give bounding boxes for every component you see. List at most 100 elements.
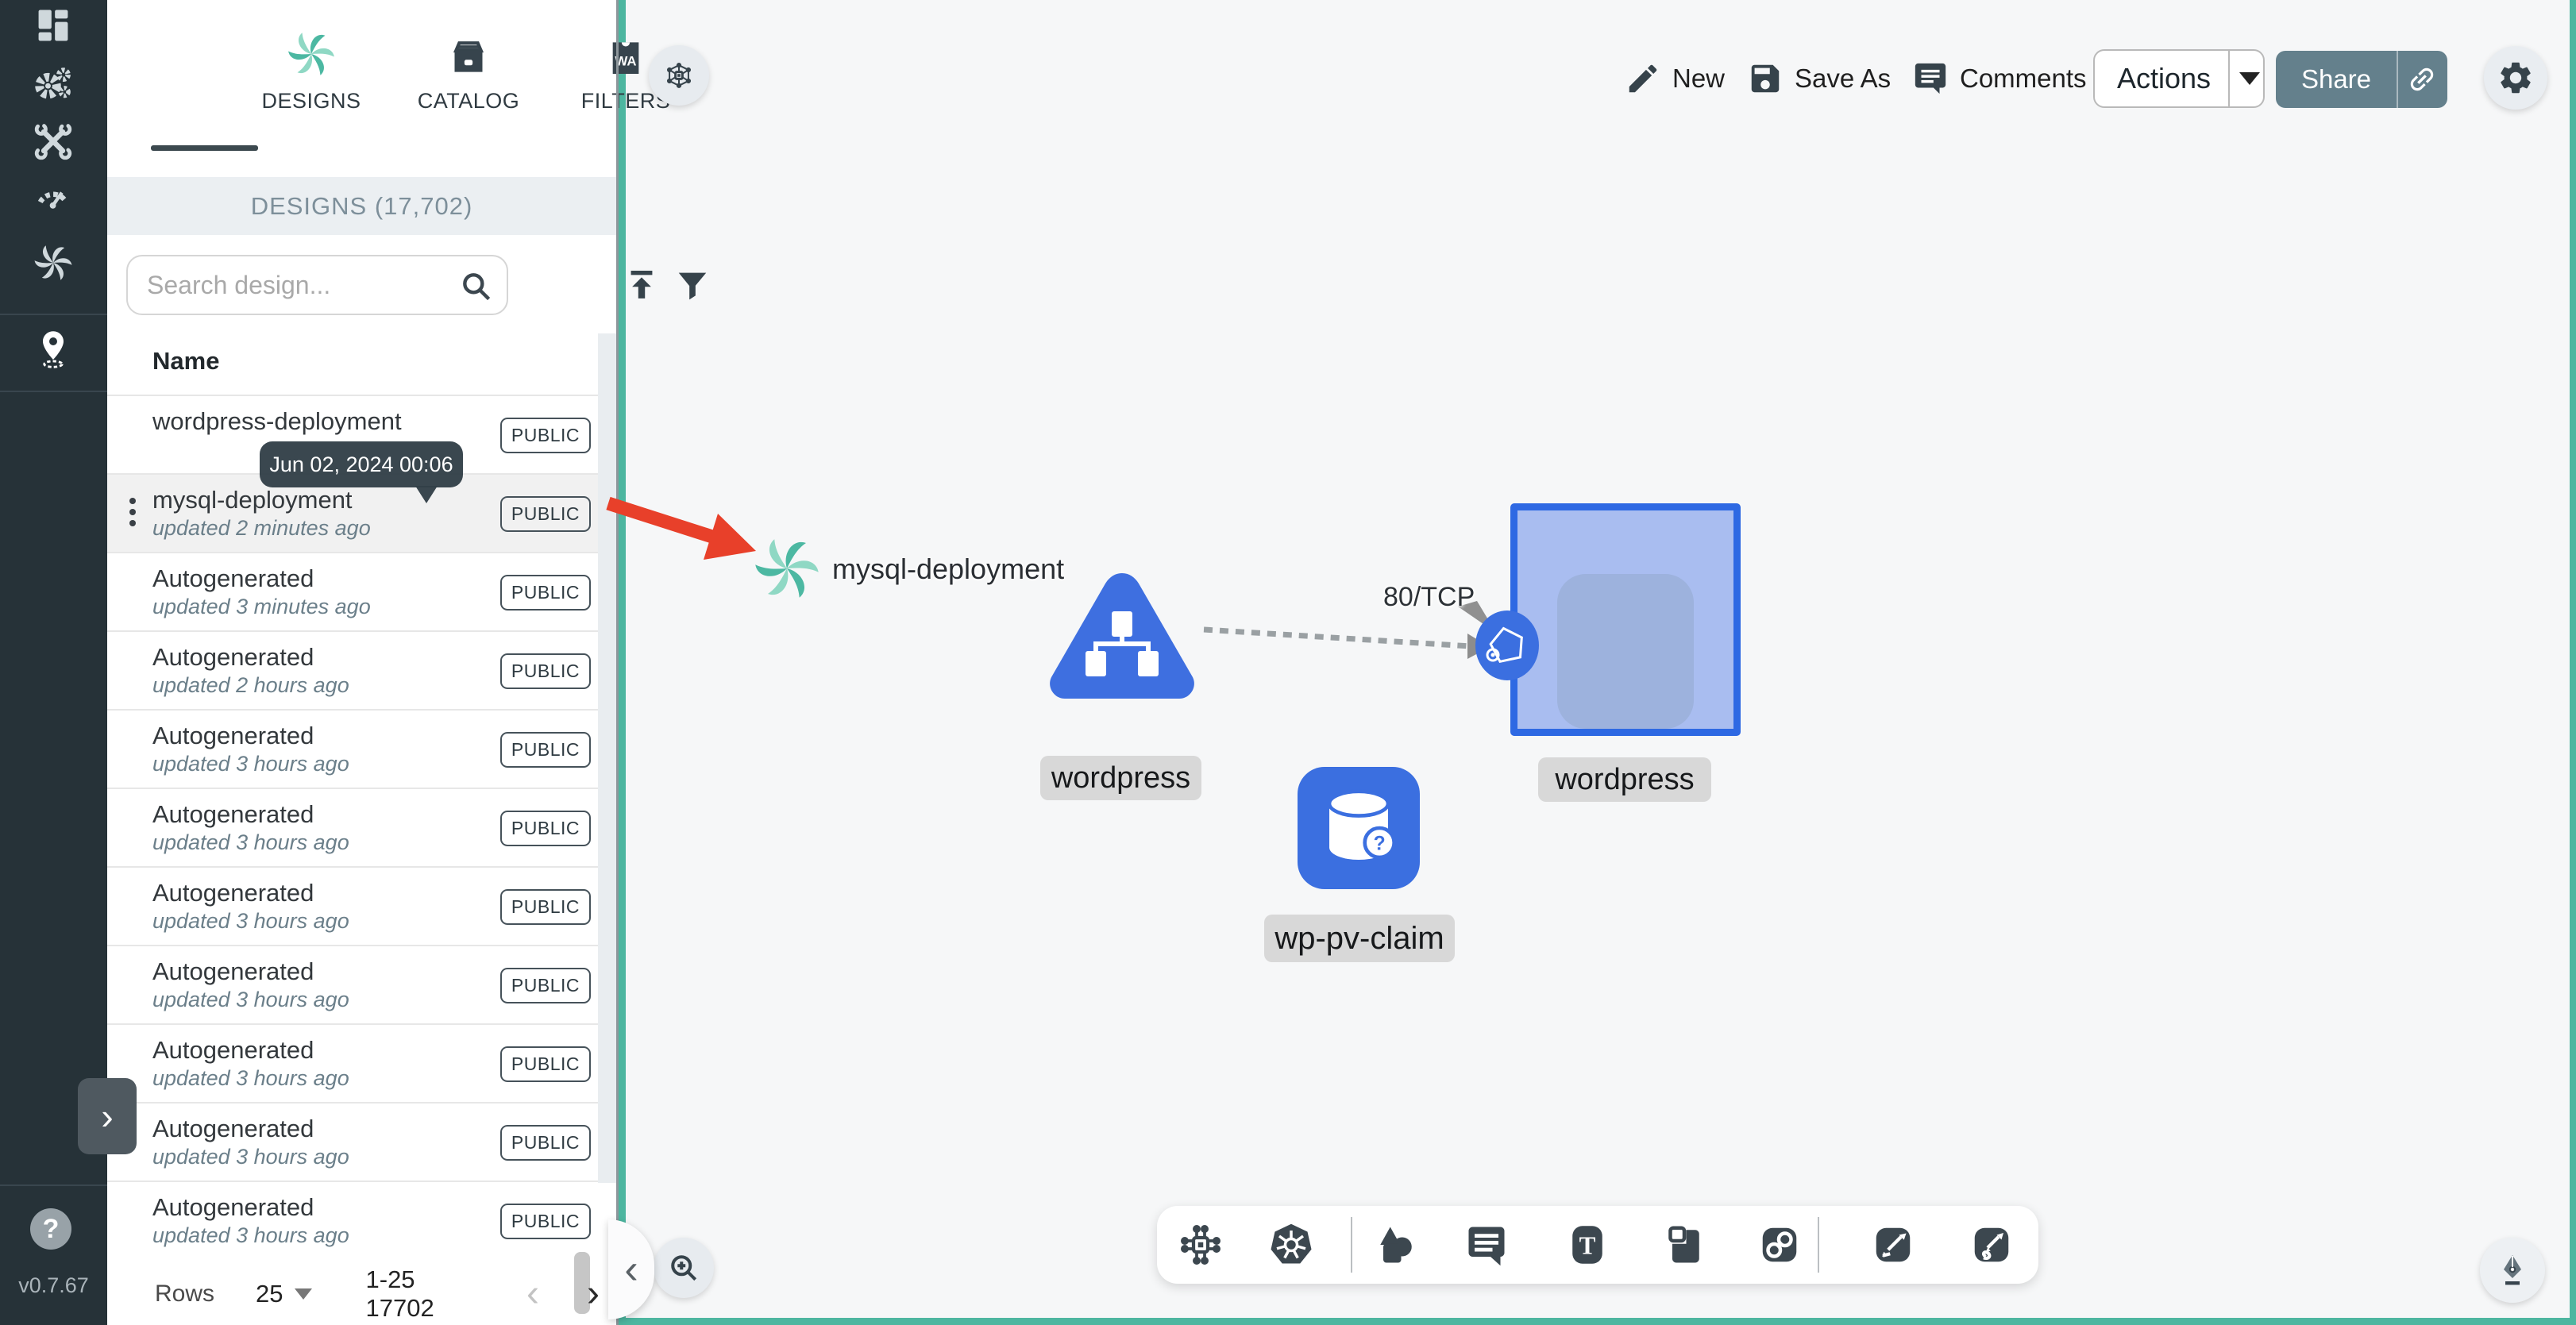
visibility-badge: PUBLIC [499, 1046, 591, 1082]
design-updated: updated 3 hours ago [152, 1066, 349, 1090]
tab-designs-label: DESIGNS [261, 89, 361, 113]
import-design-icon[interactable] [623, 267, 660, 303]
comments-button[interactable]: Comments [1912, 60, 2087, 97]
active-tab-underline [151, 145, 258, 151]
visibility-badge: PUBLIC [499, 575, 591, 611]
tab-designs[interactable]: DESIGNS [244, 0, 379, 114]
share-split-button[interactable]: Share [2276, 51, 2447, 108]
design-search [126, 255, 508, 315]
design-name: mysql-deployment [152, 486, 353, 514]
design-name: Autogenerated [152, 564, 314, 592]
component-graph-tool-icon[interactable] [1177, 1221, 1224, 1269]
design-row[interactable]: Autogenerated updated 3 hours ago PUBLIC [107, 1023, 616, 1102]
kanvas-pin-icon[interactable] [33, 329, 74, 370]
configuration-tools-icon[interactable] [33, 121, 74, 162]
actions-split-button[interactable]: Actions [2093, 49, 2265, 108]
design-row[interactable]: Autogenerated updated 3 hours ago PUBLIC [107, 866, 616, 945]
comments-label: Comments [1960, 64, 2087, 93]
deployment-inner-shape [1557, 574, 1694, 665]
copy-link-icon[interactable] [2406, 64, 2438, 95]
design-row[interactable]: Autogenerated updated 3 hours ago PUBLIC [107, 1102, 616, 1181]
text-tool-glyph: T [1579, 1232, 1596, 1260]
design-name: Autogenerated [152, 1193, 314, 1221]
help-button[interactable]: ? [30, 1208, 71, 1250]
design-row[interactable]: Autogenerated updated 3 hours ago PUBLIC [107, 788, 616, 866]
prev-page-button[interactable]: ‹ [526, 1275, 539, 1313]
save-as-button[interactable]: Save As [1747, 60, 1891, 97]
wordpress-service-label: wordpress [1040, 756, 1201, 800]
filter-funnel-icon[interactable] [674, 267, 711, 303]
meshery-logo-icon [244, 29, 379, 81]
actions-label: Actions [2117, 62, 2212, 94]
design-row[interactable]: Autogenerated updated 3 hours ago PUBLIC [107, 1181, 616, 1259]
column-header-name: Name [152, 347, 220, 375]
edge-port-label: 80/TCP [1383, 582, 1475, 612]
page-size-caret-icon[interactable] [294, 1288, 312, 1300]
visibility-badge: PUBLIC [499, 1125, 591, 1161]
dashboard-icon[interactable] [33, 5, 74, 46]
list-scrollbar-track[interactable] [598, 333, 616, 1183]
edge-draw-tool-icon[interactable] [1869, 1221, 1917, 1269]
design-name: Autogenerated [152, 722, 314, 749]
service-port-node[interactable] [1472, 611, 1542, 680]
design-row[interactable]: Autogenerated updated 3 hours ago PUBLIC [107, 945, 616, 1023]
freehand-draw-tool-icon[interactable] [1968, 1221, 2015, 1269]
design-name: Autogenerated [152, 643, 314, 671]
text-tool-icon[interactable]: T [1564, 1221, 1611, 1269]
page-size-select[interactable]: 25 [256, 1280, 283, 1308]
settings-button[interactable] [2484, 46, 2547, 110]
tab-catalog-label: CATALOG [417, 89, 520, 113]
performance-speedometer-icon[interactable] [33, 176, 74, 218]
link-tool-icon[interactable] [1756, 1221, 1803, 1269]
design-updated: updated 3 minutes ago [152, 595, 371, 618]
annotation-tool-icon[interactable] [1463, 1221, 1510, 1269]
shape-frame-tool-icon[interactable] [1660, 1221, 1708, 1269]
pen-tool-button[interactable] [2480, 1238, 2545, 1303]
design-name: Autogenerated [152, 957, 314, 985]
question-badge-text: ? [1374, 834, 1386, 855]
row-menu-icon[interactable] [129, 498, 137, 531]
wordpress-service-node[interactable] [1042, 564, 1202, 722]
mysql-deployment-node[interactable] [752, 533, 822, 603]
app-version: v0.7.67 [18, 1273, 89, 1297]
catalog-archive-icon [401, 35, 536, 81]
visibility-badge: PUBLIC [499, 811, 591, 846]
zoom-in-button[interactable] [654, 1238, 714, 1298]
save-as-label: Save As [1795, 64, 1892, 93]
gear-icon [2501, 62, 2531, 94]
button-divider [2397, 51, 2398, 108]
dock-divider [1818, 1217, 1819, 1273]
search-input[interactable] [147, 260, 449, 310]
design-updated: updated 3 hours ago [152, 1145, 349, 1169]
wordpress-deployment-node-selected[interactable] [1510, 503, 1741, 736]
kubernetes-tool-icon[interactable] [1267, 1221, 1315, 1269]
visibility-badge: PUBLIC [499, 496, 591, 532]
visibility-badge: PUBLIC [499, 418, 591, 453]
design-row[interactable]: Autogenerated updated 3 hours ago PUBLIC [107, 709, 616, 788]
expand-sidebar-handle[interactable]: › [78, 1078, 137, 1154]
design-name: Autogenerated [152, 1036, 314, 1064]
rows-label: Rows [155, 1281, 215, 1307]
search-icon[interactable] [459, 269, 494, 304]
page-range: 1-25 17702 [365, 1265, 434, 1322]
next-page-button[interactable]: › [587, 1275, 600, 1313]
deployment-inner-shape [1557, 664, 1694, 729]
design-row[interactable]: Autogenerated updated 3 minutes ago PUBL… [107, 552, 616, 630]
actions-dropdown-caret-icon[interactable] [2239, 72, 2260, 85]
shapes-tool-icon[interactable] [1371, 1221, 1419, 1269]
design-row[interactable]: Autogenerated updated 2 hours ago PUBLIC [107, 630, 616, 709]
wp-pv-claim-node[interactable]: ? [1298, 767, 1420, 889]
tab-catalog[interactable]: CATALOG [401, 0, 536, 114]
wordpress-deployment-label: wordpress [1538, 757, 1711, 802]
pencil-icon [1629, 64, 1657, 93]
extensions-icon[interactable] [33, 242, 74, 283]
new-button[interactable]: New [1625, 60, 1725, 97]
design-updated: updated 2 hours ago [152, 673, 349, 697]
new-label: New [1672, 64, 1726, 93]
mesh-overview-button[interactable] [649, 45, 709, 106]
share-label: Share [2300, 64, 2372, 94]
pagination-bar: Rows 25 1-25 17702 ‹ › [155, 1265, 600, 1322]
lifecycle-gears-icon[interactable] [33, 64, 74, 105]
designs-panel: DESIGNS CATALOG WA FILTERS DESIGNS (17,7… [107, 0, 707, 1325]
design-name: Autogenerated [152, 800, 314, 828]
